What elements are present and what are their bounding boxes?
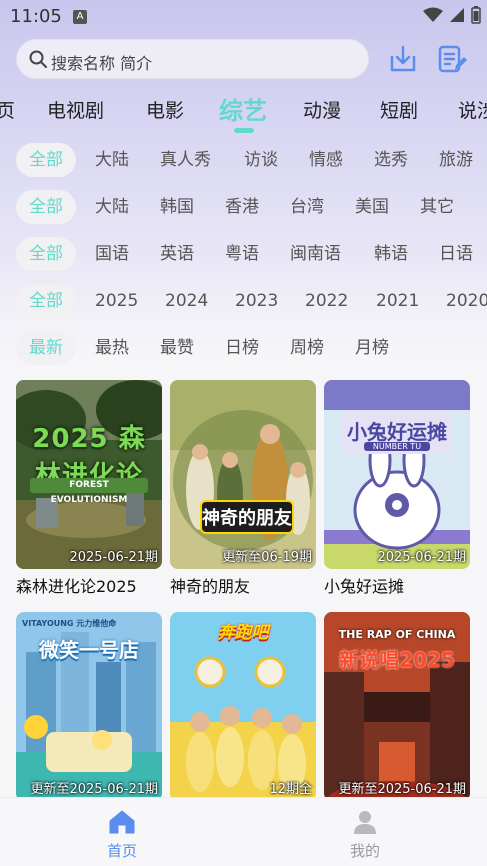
poster-title: 神奇的朋友 [200, 500, 294, 534]
poster-title: 新说唱2025 [339, 648, 455, 672]
bottom-navigation: 首页 我的 [0, 797, 487, 866]
tab-talk[interactable]: 说涉 [458, 96, 487, 123]
filter-chip[interactable]: 粤语 [225, 237, 259, 271]
episode-badge: 12期全 [269, 782, 312, 797]
filter-chip[interactable]: 真人秀 [160, 143, 211, 177]
home-icon [109, 810, 135, 834]
filter-chip[interactable]: 月榜 [355, 331, 389, 365]
filter-chip[interactable]: 韩国 [160, 190, 194, 224]
poster-magic-friends [170, 380, 316, 569]
person-icon [354, 811, 376, 834]
poster-image: 奔跑吧 12期全 [170, 612, 316, 801]
search-bar[interactable]: 搜索名称 简介 [16, 39, 369, 79]
poster-lucky-rabbit [324, 380, 470, 569]
filter-chip[interactable]: 2020 [446, 284, 487, 318]
filter-chip[interactable]: 大陆 [95, 190, 129, 224]
notification-a-icon: A [73, 10, 87, 24]
card-title: 神奇的朋友 [170, 577, 251, 596]
episode-badge: 更新至06-19期 [222, 550, 312, 565]
tab-short-drama[interactable]: 短剧 [380, 96, 418, 123]
nav-mine[interactable]: 我的 [335, 810, 395, 861]
tab-first[interactable]: 页 [0, 96, 15, 123]
battery-icon [471, 6, 481, 24]
tab-indicator [234, 128, 254, 133]
poster-image: 2025 森林进化论 FOREST EVOLUTIONISM 2025-06-2… [16, 380, 162, 569]
nav-home[interactable]: 首页 [92, 810, 152, 861]
poster-image: THE RAP OF CHINA 新说唱2025 更新至2025-06-21期 [324, 612, 470, 801]
filter-region-row: 全部 大陆 韩国 香港 台湾 美国 其它 [0, 190, 487, 226]
search-icon [29, 50, 47, 68]
status-time: 11:05 [10, 6, 62, 27]
filter-chip[interactable]: 其它 [420, 190, 454, 224]
filter-chip[interactable]: 韩语 [374, 237, 408, 271]
poster-title: 奔跑吧 [217, 623, 269, 643]
episode-badge: 2025-06-21期 [377, 550, 466, 565]
filter-language-row: 全部 国语 英语 粤语 闽南语 韩语 日语 [0, 237, 487, 273]
tab-movie[interactable]: 电影 [146, 96, 184, 123]
episode-badge: 更新至2025-06-21期 [30, 782, 158, 797]
poster-image: VITAYOUNG 元力维他命 微笑一号店 更新至2025-06-21期 [16, 612, 162, 801]
poster-title: 微笑一号店 [39, 638, 139, 662]
poster-image: 小兔好运摊 NUMBER TU 2025-06-21期 [324, 380, 470, 569]
episode-badge: 2025-06-21期 [69, 550, 158, 565]
status-icons [423, 6, 481, 24]
filter-chip[interactable]: 周榜 [290, 331, 324, 365]
filter-chip[interactable]: 2025 [95, 284, 138, 318]
signal-icon [450, 8, 464, 22]
filter-chip[interactable]: 最热 [95, 331, 129, 365]
wifi-icon [423, 7, 443, 22]
filter-chip[interactable]: 日榜 [225, 331, 259, 365]
nav-home-label: 首页 [106, 842, 137, 860]
filter-chip[interactable]: 英语 [160, 237, 194, 271]
filter-chip[interactable]: 台湾 [290, 190, 324, 224]
filter-chip[interactable]: 访谈 [244, 143, 278, 177]
filter-type-row: 全部 大陆 真人秀 访谈 情感 选秀 旅游 [0, 143, 487, 179]
poster-subtitle: FOREST EVOLUTIONISM [30, 478, 148, 505]
poster-image: 神奇的朋友 更新至06-19期 [170, 380, 316, 569]
filter-chip[interactable]: 大陆 [95, 143, 129, 177]
status-bar: 11:05 A [0, 0, 487, 34]
filter-chip[interactable]: 美国 [355, 190, 389, 224]
poster-subtitle: NUMBER TU [364, 442, 430, 451]
filter-chip[interactable]: 全部 [16, 284, 76, 318]
filter-chip[interactable]: 选秀 [374, 143, 408, 177]
download-icon[interactable] [388, 44, 418, 74]
tab-anime[interactable]: 动漫 [303, 96, 341, 123]
card-title: 小兔好运摊 [324, 577, 405, 596]
filter-chip[interactable]: 最赞 [160, 331, 194, 365]
filter-chip[interactable]: 最新 [16, 331, 76, 365]
poster-subtitle: THE RAP OF CHINA [338, 628, 456, 641]
filter-chip[interactable]: 全部 [16, 237, 76, 271]
filter-chip[interactable]: 2022 [305, 284, 348, 318]
tab-variety[interactable]: 综艺 [219, 91, 267, 126]
filter-sort-row: 最新 最热 最赞 日榜 周榜 月榜 [0, 331, 487, 367]
filter-chip[interactable]: 2023 [235, 284, 278, 318]
filter-chip[interactable]: 2021 [376, 284, 419, 318]
filter-chip[interactable]: 香港 [225, 190, 259, 224]
filter-chip[interactable]: 旅游 [439, 143, 473, 177]
filter-chip[interactable]: 日语 [439, 237, 473, 271]
card-title: 森林进化论2025 [16, 577, 137, 596]
filter-chip[interactable]: 2024 [165, 284, 208, 318]
filter-chip[interactable]: 情感 [309, 143, 343, 177]
nav-mine-label: 我的 [349, 842, 380, 860]
filter-year-row: 全部 2025 2024 2023 2022 2021 2020 [0, 284, 487, 320]
filter-chip[interactable]: 国语 [95, 237, 129, 271]
poster-title: 小兔好运摊 [347, 420, 447, 444]
search-placeholder: 搜索名称 简介 [51, 54, 153, 73]
poster-subtitle: VITAYOUNG 元力维他命 [22, 619, 117, 628]
tab-tv[interactable]: 电视剧 [47, 96, 104, 123]
episode-badge: 更新至2025-06-21期 [338, 782, 466, 797]
filter-chip[interactable]: 闽南语 [290, 237, 341, 271]
filter-chip[interactable]: 全部 [16, 190, 76, 224]
history-list-icon[interactable] [437, 44, 467, 74]
filter-chip[interactable]: 全部 [16, 143, 76, 177]
